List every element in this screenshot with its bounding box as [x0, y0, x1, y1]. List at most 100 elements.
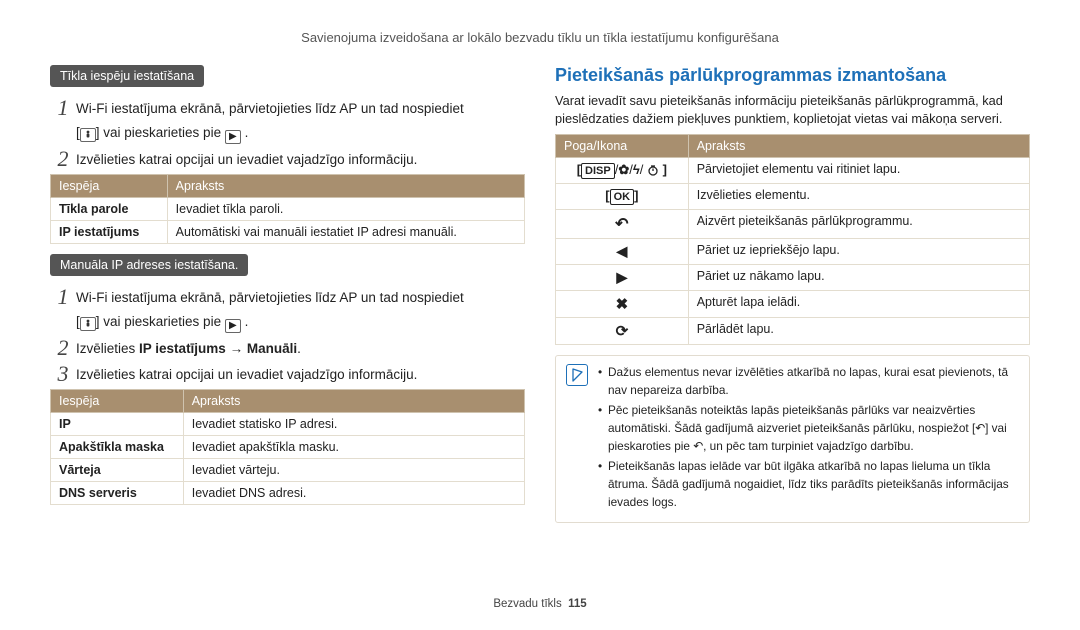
step-1: 1 Wi-Fi iestatījuma ekrānā, pārvietojiet… [50, 99, 525, 119]
right-section-title: Pieteikšanās pārlūkprogrammas izmantošan… [555, 65, 1030, 86]
cell-desc: Izvēlieties elementu. [688, 183, 1029, 209]
page-footer: Bezvadu tīkls 115 [50, 598, 1030, 610]
table-row: ▶ Pāriet uz nākamo lapu. [556, 264, 1030, 290]
cell-option: Apakštīkla maska [51, 436, 184, 459]
close-icon: ✖ [616, 296, 629, 313]
cell-desc: Ievadiet vārteju. [183, 459, 524, 482]
cell-desc: Pārlādēt lapu. [688, 317, 1029, 344]
table-row: [DISP/✿/ϟ/ ] Pārvietojiet elementu vai r… [556, 157, 1030, 183]
note-icon [566, 364, 588, 386]
flower-icon: ✿ [618, 162, 629, 177]
flash-icon: ϟ [633, 162, 640, 177]
note-box: Dažus elementus nevar izvēlēties atkarīb… [555, 355, 1030, 524]
table-row: IPIevadiet statisko IP adresi. [51, 413, 525, 436]
arrow-left-icon: ◀ [616, 243, 627, 259]
cell-desc: Ievadiet statisko IP adresi. [183, 413, 524, 436]
prev-icon-cell: ◀ [556, 238, 689, 264]
cell-option: Vārteja [51, 459, 184, 482]
two-columns: Tīkla iespēju iestatīšana 1 Wi-Fi iestat… [50, 65, 1030, 590]
ok-button-icon: OK [610, 189, 635, 205]
next-icon-cell: ▶ [556, 264, 689, 290]
col-header-option: Iespēja [51, 175, 168, 198]
step-1-cont: [ ] vai pieskarieties pie ▶ . [50, 123, 525, 144]
manual-page: Savienojuma izveidošana ar lokālo bezvad… [0, 0, 1080, 630]
network-options-table: Iespēja Apraksts Tīkla parole Ievadiet t… [50, 174, 525, 244]
text-or-touch: ] vai pieskarieties pie [96, 314, 225, 329]
note-item: Dažus elementus nevar izvēlēties atkarīb… [598, 364, 1019, 399]
section-pill-network-options: Tīkla iespēju iestatīšana [50, 65, 204, 87]
reload-icon: ⟳ [616, 323, 629, 340]
col-header-desc: Apraksts [688, 134, 1029, 157]
right-column: Pieteikšanās pārlūkprogrammas izmantošan… [555, 65, 1030, 590]
step-body: Izvēlieties katrai opcijai un ievadiet v… [76, 365, 525, 385]
controller-icon [80, 128, 96, 142]
period: . [241, 125, 249, 140]
left-column: Tīkla iespēju iestatīšana 1 Wi-Fi iestat… [50, 65, 525, 590]
button-icon-table: Poga/Ikona Apraksts [DISP/✿/ϟ/ ] Pārviet… [555, 134, 1030, 345]
table-row: ↶ Aizvērt pieteikšanās pārlūkprogrammu. [556, 209, 1030, 238]
footer-page-number: 115 [568, 598, 587, 610]
step-text-pre: Izvēlieties [76, 341, 139, 356]
cell-desc: Pārvietojiet elementu vai ritiniet lapu. [688, 157, 1029, 183]
col-header-option: Iespēja [51, 390, 184, 413]
step-text: Wi-Fi iestatījuma ekrānā, pārvietojietie… [76, 101, 464, 116]
table-row: IP iestatījums Automātiski vai manuāli i… [51, 221, 525, 244]
table-row: ◀ Pāriet uz iepriekšējo lapu. [556, 238, 1030, 264]
step-2: 2 Izvēlieties IP iestatījums → Manuāli. [50, 339, 525, 359]
step-body: Izvēlieties IP iestatījums → Manuāli. [76, 339, 525, 359]
cell-option: DNS serveris [51, 482, 184, 505]
arrow-right-icon: ▶ [616, 269, 627, 285]
table-row: DNS serverisIevadiet DNS adresi. [51, 482, 525, 505]
cell-desc: Apturēt lapa ielādi. [688, 290, 1029, 317]
note-list: Dažus elementus nevar izvēlēties atkarīb… [598, 364, 1019, 515]
col-header-desc: Apraksts [167, 175, 524, 198]
step-number: 3 [50, 363, 76, 385]
step-number: 2 [50, 337, 76, 359]
period: . [241, 314, 249, 329]
forward-icon: ▶ [225, 319, 241, 333]
table-row: ✖ Apturēt lapa ielādi. [556, 290, 1030, 317]
cell-desc: Ievadiet DNS adresi. [183, 482, 524, 505]
text-or-touch: ] vai pieskarieties pie [96, 125, 225, 140]
step-text-bold: IP iestatījums → Manuāli [139, 341, 297, 356]
ok-icon-cell: [OK] [556, 183, 689, 209]
step-number: 1 [50, 286, 76, 308]
step-body: Izvēlieties katrai opcijai un ievadiet v… [76, 150, 525, 170]
cell-option: IP iestatījums [51, 221, 168, 244]
disp-button-icon: DISP [581, 163, 615, 179]
nav-icons-cell: [DISP/✿/ϟ/ ] [556, 157, 689, 183]
cell-option: IP [51, 413, 184, 436]
forward-icon: ▶ [225, 130, 241, 144]
cell-desc: Ievadiet tīkla paroli. [167, 198, 524, 221]
cell-desc: Aizvērt pieteikšanās pārlūkprogrammu. [688, 209, 1029, 238]
page-header: Savienojuma izveidošana ar lokālo bezvad… [50, 30, 1030, 45]
cell-option: Tīkla parole [51, 198, 168, 221]
step-number: 2 [50, 148, 76, 170]
timer-icon [643, 162, 662, 177]
reload-icon-cell: ⟳ [556, 317, 689, 344]
table-row: Apakštīkla maskaIevadiet apakštīkla mask… [51, 436, 525, 459]
controller-icon [80, 317, 96, 331]
step-1-cont: [ ] vai pieskarieties pie ▶ . [50, 312, 525, 333]
note-item: Pieteikšanās lapas ielāde var būt ilgāka… [598, 458, 1019, 511]
step-2: 2 Izvēlieties katrai opcijai un ievadiet… [50, 150, 525, 170]
table-row: ⟳ Pārlādēt lapu. [556, 317, 1030, 344]
cell-desc: Ievadiet apakštīkla masku. [183, 436, 524, 459]
col-header-button: Poga/Ikona [556, 134, 689, 157]
step-number: 1 [50, 97, 76, 119]
step-body: Wi-Fi iestatījuma ekrānā, pārvietojietie… [76, 99, 525, 119]
note-item: Pēc pieteikšanās noteiktās lapās pieteik… [598, 402, 1019, 455]
step-1: 1 Wi-Fi iestatījuma ekrānā, pārvietojiet… [50, 288, 525, 308]
stop-icon-cell: ✖ [556, 290, 689, 317]
footer-section: Bezvadu tīkls [493, 598, 561, 610]
table-row: [OK] Izvēlieties elementu. [556, 183, 1030, 209]
step-body: Wi-Fi iestatījuma ekrānā, pārvietojietie… [76, 288, 525, 308]
section-pill-manual-ip: Manuāla IP adreses iestatīšana. [50, 254, 248, 276]
table-row: Tīkla parole Ievadiet tīkla paroli. [51, 198, 525, 221]
col-header-desc: Apraksts [183, 390, 524, 413]
cell-desc: Pāriet uz nākamo lapu. [688, 264, 1029, 290]
back-icon-cell: ↶ [556, 209, 689, 238]
cell-desc: Automātiski vai manuāli iestatiet IP adr… [167, 221, 524, 244]
right-intro-text: Varat ievadīt savu pieteikšanās informāc… [555, 92, 1030, 128]
manual-ip-table: Iespēja Apraksts IPIevadiet statisko IP … [50, 389, 525, 505]
